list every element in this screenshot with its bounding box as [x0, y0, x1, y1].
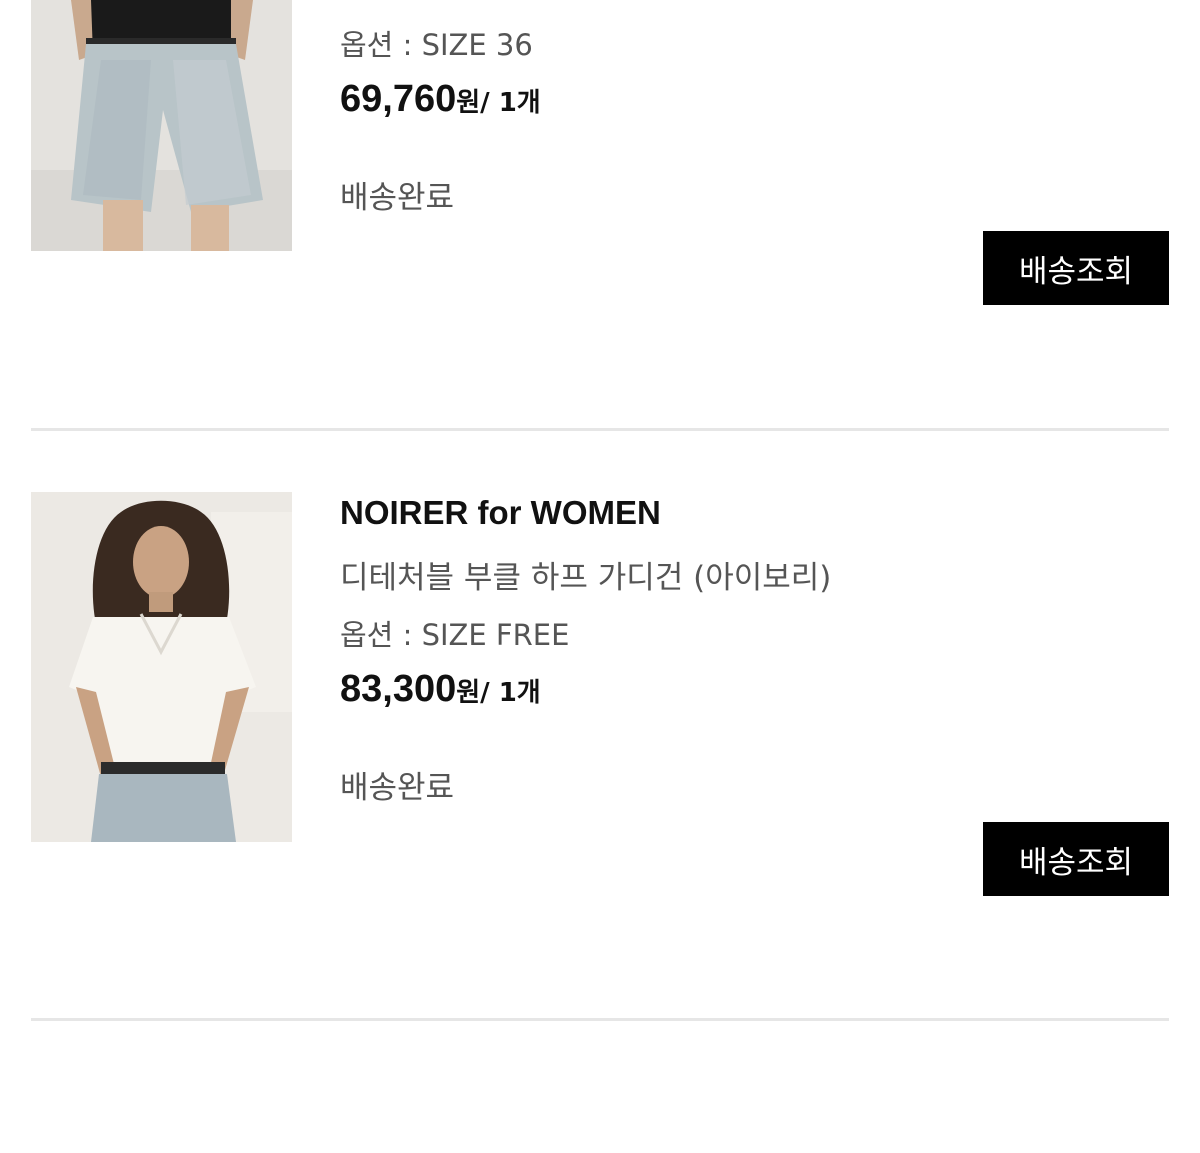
order-item: NOIRER for WOMEN 디테처블 부클 하프 가디건 (아이보리) 옵…	[0, 490, 1200, 1020]
price-currency: 원	[456, 678, 481, 708]
price-value: 83,300	[340, 668, 457, 710]
quantity: / 1개	[480, 88, 541, 118]
track-delivery-button[interactable]: 배송조회	[983, 822, 1169, 896]
divider	[31, 428, 1169, 431]
brand-name: NOIRER for WOMEN	[340, 494, 661, 531]
price-line: 69,760원/ 1개	[340, 78, 541, 121]
order-item: 옵션 : SIZE 36 69,760원/ 1개 배송완료 배송조회	[0, 0, 1200, 430]
delivery-status: 배송완료	[340, 180, 455, 216]
track-delivery-button[interactable]: 배송조회	[983, 231, 1169, 305]
product-thumbnail[interactable]	[31, 0, 292, 251]
product-option: 옵션 : SIZE 36	[340, 28, 533, 62]
price-value: 69,760	[340, 78, 457, 120]
product-thumbnail[interactable]	[31, 492, 292, 842]
price-line: 83,300원/ 1개	[340, 668, 541, 711]
order-list: 옵션 : SIZE 36 69,760원/ 1개 배송완료 배송조회 NOIRE…	[0, 0, 1200, 1153]
delivery-status: 배송완료	[340, 770, 455, 806]
quantity: / 1개	[480, 678, 541, 708]
cardigan-photo	[31, 492, 292, 842]
product-name[interactable]: 디테처블 부클 하프 가디건 (아이보리)	[340, 552, 831, 597]
denim-shorts-photo	[31, 0, 292, 251]
divider	[31, 1018, 1169, 1021]
product-option: 옵션 : SIZE FREE	[340, 618, 570, 652]
price-currency: 원	[456, 88, 481, 118]
